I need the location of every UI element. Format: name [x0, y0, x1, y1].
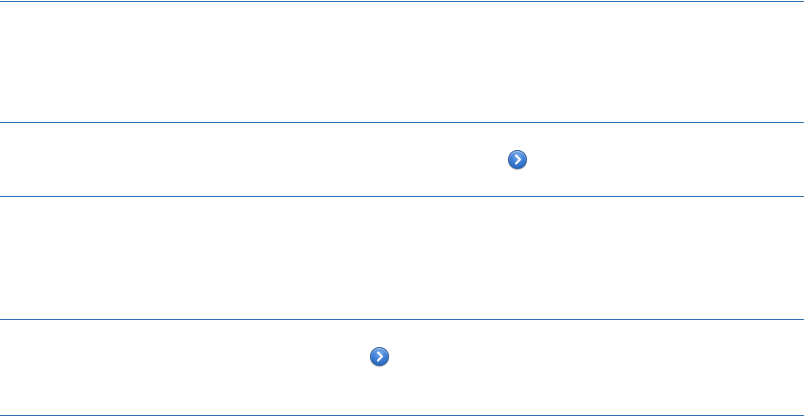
chevron-right-icon: [377, 351, 383, 362]
table-row-4: [0, 320, 804, 415]
chevron-right-icon: [515, 154, 521, 165]
table-row-1: [0, 2, 804, 122]
table-row-3: [0, 197, 804, 319]
disclosure-button-1[interactable]: [508, 150, 527, 169]
disclosure-button-2[interactable]: [370, 347, 389, 366]
table-row-2: [0, 123, 804, 196]
divider-bottom: [0, 415, 804, 416]
